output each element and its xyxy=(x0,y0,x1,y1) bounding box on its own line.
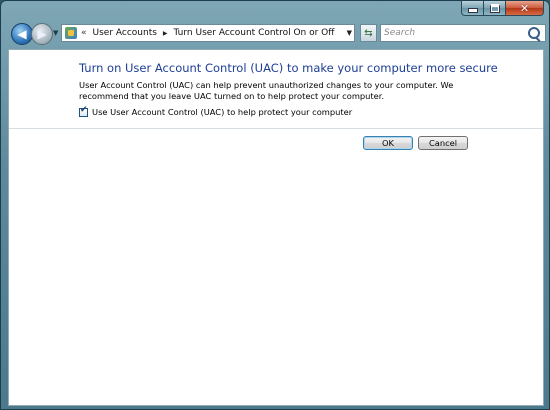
uac-description: User Account Control (UAC) can help prev… xyxy=(79,80,454,101)
breadcrumb-uac[interactable]: Turn User Account Control On or Off xyxy=(174,28,335,38)
search-icon[interactable] xyxy=(528,27,540,39)
recent-pages-dropdown[interactable]: ▼ xyxy=(53,29,58,37)
refresh-icon: ⇆ xyxy=(364,27,373,39)
maximize-icon xyxy=(489,3,500,13)
uac-checkbox[interactable]: ✔ xyxy=(79,104,88,117)
content-pane: Turn on User Account Control (UAC) to ma… xyxy=(8,49,544,406)
cancel-button[interactable]: Cancel xyxy=(418,136,468,150)
control-panel-window: ✕ ◀ ▶ ▼ « User Accounts ▶ Turn User Acco… xyxy=(0,0,550,410)
caption-buttons: ✕ xyxy=(461,1,544,17)
address-bar[interactable]: « User Accounts ▶ Turn User Account Cont… xyxy=(61,24,355,42)
back-button[interactable]: ◀ xyxy=(11,23,33,45)
close-button[interactable]: ✕ xyxy=(506,1,544,16)
search-input[interactable] xyxy=(381,25,526,41)
maximize-button[interactable] xyxy=(484,1,506,16)
divider xyxy=(9,128,543,129)
navigation-bar: ◀ ▶ ▼ « User Accounts ▶ Turn User Accoun… xyxy=(8,23,548,45)
minimize-button[interactable] xyxy=(461,1,484,16)
uac-checkbox-row: ✔ Use User Account Control (UAC) to help… xyxy=(79,104,352,117)
close-icon: ✕ xyxy=(519,1,530,15)
forward-button[interactable]: ▶ xyxy=(31,23,53,45)
back-arrow-icon: ◀ xyxy=(17,27,27,41)
refresh-button[interactable]: ⇆ xyxy=(360,24,377,42)
search-box xyxy=(380,24,546,42)
breadcrumb-user-accounts[interactable]: User Accounts xyxy=(93,28,157,38)
address-dropdown-icon[interactable]: ▼ xyxy=(347,29,352,37)
breadcrumb-overflow[interactable]: « xyxy=(81,28,87,38)
breadcrumb-separator-icon[interactable]: ▶ xyxy=(163,30,168,37)
control-panel-icon xyxy=(65,27,77,39)
forward-arrow-icon: ▶ xyxy=(37,27,47,41)
page-heading: Turn on User Account Control (UAC) to ma… xyxy=(79,61,498,75)
uac-checkbox-label[interactable]: Use User Account Control (UAC) to help p… xyxy=(92,107,352,117)
minimize-icon xyxy=(467,8,478,13)
ok-button[interactable]: OK xyxy=(363,136,413,150)
checkmark-icon: ✔ xyxy=(80,104,88,115)
